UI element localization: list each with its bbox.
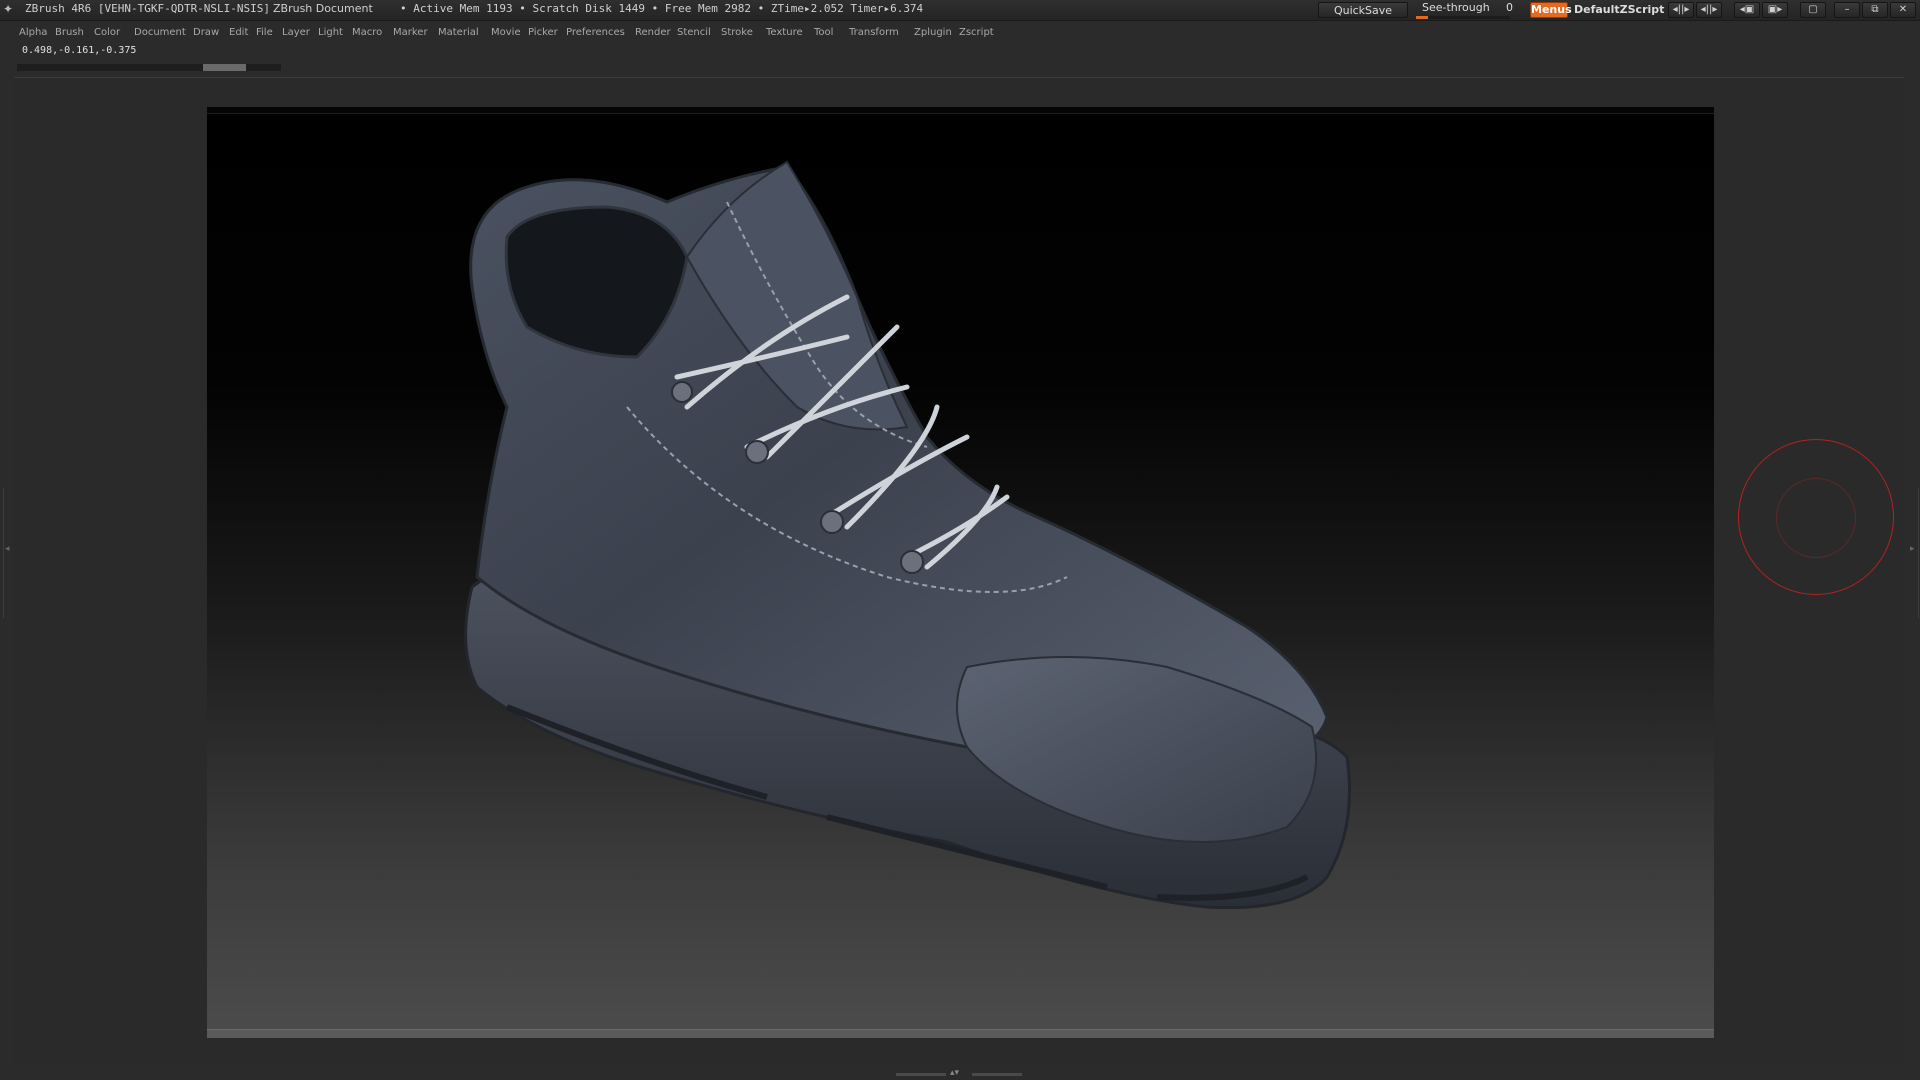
menu-picker[interactable]: Picker bbox=[528, 22, 558, 44]
menu-material[interactable]: Material bbox=[438, 22, 479, 44]
close-icon[interactable]: ✕ bbox=[1890, 2, 1916, 18]
menu-macro[interactable]: Macro bbox=[352, 22, 382, 44]
see-through-fill bbox=[1416, 16, 1428, 19]
menu-file[interactable]: File bbox=[256, 22, 273, 44]
layout-prev-icon[interactable]: ◂||▸ bbox=[1668, 2, 1694, 18]
bottom-tray-arrows-icon: ▴▾ bbox=[950, 1068, 960, 1078]
app-title: ZBrush 4R6 [VEHN-TGKF-QDTR-NSLI-NSIS] bbox=[25, 2, 271, 15]
see-through-label: See-through bbox=[1422, 1, 1490, 14]
menu-layer[interactable]: Layer bbox=[282, 22, 310, 44]
menu-stroke[interactable]: Stroke bbox=[721, 22, 753, 44]
see-through-slider[interactable]: See-through 0 bbox=[1414, 1, 1514, 19]
ui-color-prev-icon[interactable]: ◂▣ bbox=[1734, 2, 1760, 18]
menu-color[interactable]: Color bbox=[94, 22, 120, 44]
menu-marker[interactable]: Marker bbox=[393, 22, 428, 44]
bottom-tray-handle[interactable]: ▴▾ bbox=[896, 1068, 1024, 1078]
left-tray-handle[interactable]: ◂ bbox=[3, 488, 12, 618]
menu-alpha[interactable]: Alpha bbox=[19, 22, 47, 44]
bottom-tray-bar-left bbox=[896, 1073, 946, 1076]
menu-transform[interactable]: Transform bbox=[849, 22, 899, 44]
menu-movie[interactable]: Movie bbox=[491, 22, 521, 44]
menu-zscript[interactable]: Zscript bbox=[959, 22, 994, 44]
menu-edit[interactable]: Edit bbox=[229, 22, 248, 44]
canvas-bottom-edge bbox=[207, 1029, 1714, 1038]
minimize-icon[interactable]: – bbox=[1834, 2, 1860, 18]
layout-next-icon[interactable]: ◂||▸ bbox=[1696, 2, 1722, 18]
default-zscript-button[interactable]: DefaultZScript bbox=[1574, 1, 1664, 19]
menu-tool[interactable]: Tool bbox=[814, 22, 833, 44]
see-through-value: 0 bbox=[1506, 1, 1513, 14]
document-title: ZBrush Document bbox=[273, 2, 373, 15]
document-canvas[interactable] bbox=[207, 107, 1714, 1038]
see-through-track[interactable] bbox=[1416, 16, 1510, 19]
menu-zplugin[interactable]: Zplugin bbox=[914, 22, 952, 44]
boot-model[interactable] bbox=[207, 107, 1714, 1038]
quicksave-button[interactable]: QuickSave bbox=[1318, 2, 1408, 18]
menu-stencil[interactable]: Stencil bbox=[677, 22, 711, 44]
right-tray-arrow-icon: ▸ bbox=[1910, 544, 1915, 554]
menus-toggle-button[interactable]: Menus bbox=[1530, 2, 1572, 18]
menu-preferences[interactable]: Preferences bbox=[566, 22, 625, 44]
menu-document[interactable]: Document bbox=[134, 22, 186, 44]
bottom-tray-bar-right bbox=[972, 1073, 1022, 1076]
title-bar: ✦ ZBrush 4R6 [VEHN-TGKF-QDTR-NSLI-NSIS] … bbox=[0, 0, 1920, 21]
main-menu-bar: Alpha Brush Color Document Draw Edit Fil… bbox=[0, 22, 1920, 44]
menu-draw[interactable]: Draw bbox=[193, 22, 219, 44]
zbrush-window: ✦ ZBrush 4R6 [VEHN-TGKF-QDTR-NSLI-NSIS] … bbox=[0, 0, 1920, 1080]
menu-render[interactable]: Render bbox=[635, 22, 671, 44]
brush-cursor-inner bbox=[1776, 478, 1856, 558]
memory-stats: • Active Mem 1193 • Scratch Disk 1449 • … bbox=[400, 2, 924, 15]
progress-bar-thumb bbox=[203, 64, 246, 71]
right-tray-handle[interactable]: ▸ bbox=[1910, 488, 1919, 618]
ui-color-next-icon[interactable]: ▣▸ bbox=[1762, 2, 1788, 18]
lock-icon[interactable]: ▢ bbox=[1800, 2, 1826, 18]
zbrush-logo-icon: ✦ bbox=[3, 2, 14, 16]
restore-icon[interactable]: ⧉ bbox=[1862, 2, 1888, 18]
left-tray-arrow-icon: ◂ bbox=[5, 544, 10, 554]
menu-texture[interactable]: Texture bbox=[766, 22, 803, 44]
cursor-coordinates: 0.498,-0.161,-0.375 bbox=[22, 45, 137, 56]
menu-brush[interactable]: Brush bbox=[55, 22, 84, 44]
menu-light[interactable]: Light bbox=[318, 22, 343, 44]
